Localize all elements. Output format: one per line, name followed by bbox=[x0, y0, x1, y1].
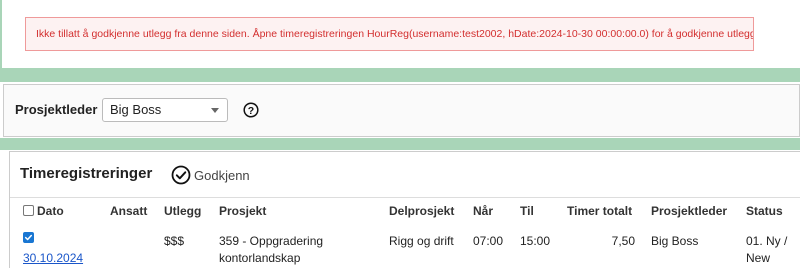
project-manager-filter-panel: Prosjektleder Big Boss ? bbox=[3, 84, 800, 137]
select-all-checkbox[interactable] bbox=[23, 205, 34, 216]
column-header-from[interactable]: Når bbox=[473, 204, 493, 218]
column-header-expense[interactable]: Utlegg bbox=[164, 204, 201, 218]
message-panel: Ikke tillatt å godkjenne utlegg fra denn… bbox=[0, 0, 800, 68]
svg-text:?: ? bbox=[248, 105, 254, 117]
row-status: 01. Ny / New bbox=[746, 233, 787, 267]
row-to: 15:00 bbox=[520, 234, 551, 248]
column-header-total-hours[interactable]: Timer totalt bbox=[567, 204, 632, 218]
row-from: 07:00 bbox=[473, 234, 504, 248]
time-registrations-title: Timeregistreringer bbox=[20, 165, 153, 182]
project-manager-select[interactable]: Big Boss bbox=[102, 98, 228, 122]
row-status-line1: 01. Ny / bbox=[746, 234, 788, 248]
row-total-hours: 7,50 bbox=[611, 234, 635, 248]
approve-button[interactable]: Godkjenn bbox=[171, 163, 250, 187]
column-header-to[interactable]: Til bbox=[520, 204, 534, 218]
row-project-line2: kontorlandskap bbox=[219, 251, 301, 265]
column-header-subproject[interactable]: Delprosjekt bbox=[389, 204, 454, 218]
section-divider-band bbox=[0, 138, 800, 150]
column-header-employee[interactable]: Ansatt bbox=[110, 204, 147, 218]
row-project-line1: 359 - Oppgradering bbox=[219, 234, 324, 248]
project-manager-label: Prosjektleder bbox=[15, 102, 98, 117]
help-icon[interactable]: ? bbox=[243, 102, 259, 118]
row-subproject: Rigg og drift bbox=[389, 234, 454, 248]
section-divider-band bbox=[0, 68, 800, 82]
column-header-date[interactable]: Dato bbox=[37, 204, 64, 218]
column-header-status[interactable]: Status bbox=[746, 204, 783, 218]
checkmark-icon bbox=[24, 234, 33, 241]
column-header-project[interactable]: Prosjekt bbox=[219, 204, 266, 218]
chevron-down-icon bbox=[211, 108, 219, 113]
header-divider bbox=[10, 197, 800, 198]
project-manager-selected-value: Big Boss bbox=[110, 102, 162, 117]
row-project: 359 - Oppgradering kontorlandskap bbox=[219, 233, 323, 267]
row-checkbox[interactable] bbox=[23, 232, 34, 243]
check-circle-icon bbox=[171, 165, 191, 185]
row-date-link[interactable]: 30.10.2024 bbox=[23, 250, 83, 267]
row-status-line2: New bbox=[746, 251, 771, 265]
row-date[interactable]: 30.10.2024 bbox=[23, 251, 83, 265]
error-message: Ikke tillatt å godkjenne utlegg fra denn… bbox=[25, 17, 754, 51]
row-project-manager: Big Boss bbox=[651, 234, 699, 248]
time-registrations-panel: Timeregistreringer Godkjenn Dato Ansatt … bbox=[9, 151, 800, 268]
row-expense: $$$ bbox=[164, 234, 185, 248]
approve-button-label: Godkjenn bbox=[194, 167, 250, 183]
column-header-project-manager[interactable]: Prosjektleder bbox=[651, 204, 727, 218]
